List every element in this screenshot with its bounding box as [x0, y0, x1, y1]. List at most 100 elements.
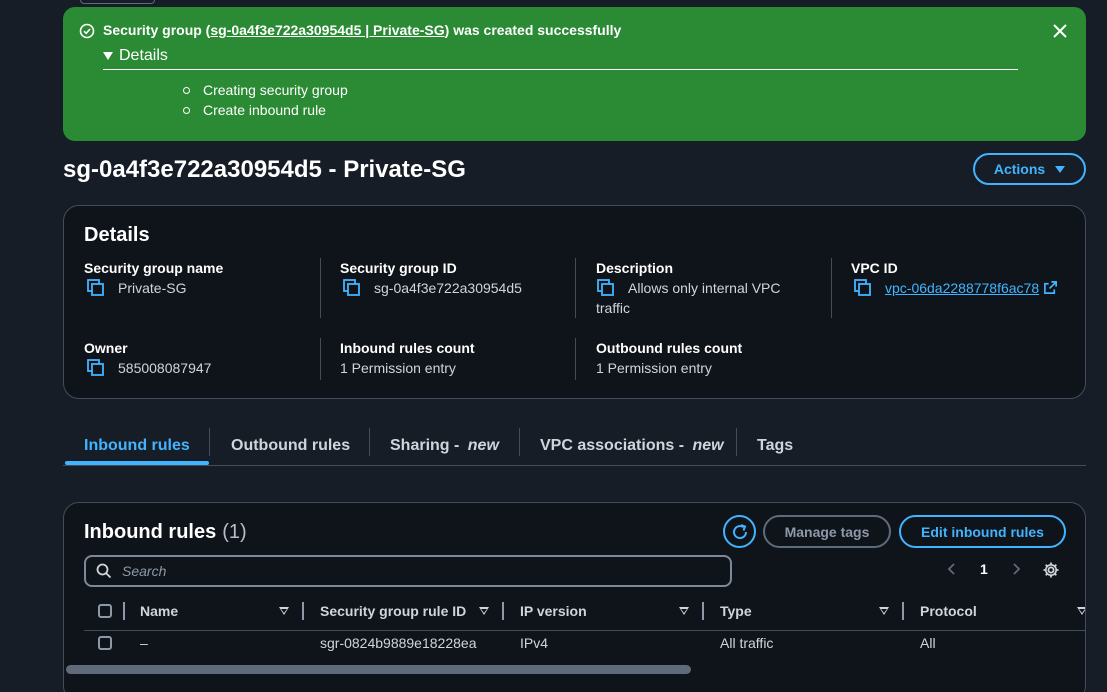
- vpc-id-field: VPC ID vpc-06da2288778f6ac78: [851, 258, 1087, 298]
- edit-inbound-rules-button[interactable]: Edit inbound rules: [899, 515, 1066, 548]
- column-resizer[interactable]: [902, 602, 904, 620]
- chevron-right-icon[interactable]: [1008, 561, 1024, 577]
- search-field[interactable]: [84, 555, 732, 587]
- sort-icon[interactable]: [879, 607, 889, 615]
- column-resizer[interactable]: [302, 602, 304, 620]
- copy-icon[interactable]: [853, 278, 875, 298]
- sort-icon[interactable]: [479, 607, 489, 615]
- copy-icon[interactable]: [86, 278, 108, 298]
- sort-icon[interactable]: [279, 607, 289, 615]
- pagination: 1: [944, 561, 1024, 577]
- cell-ip-version: IPv4: [520, 635, 549, 651]
- new-badge: new: [467, 437, 499, 454]
- caret-down-icon: [103, 52, 113, 60]
- actions-button[interactable]: Actions: [973, 153, 1086, 185]
- search-input[interactable]: [122, 563, 702, 579]
- step-text: Create inbound rule: [203, 102, 326, 118]
- external-link-icon[interactable]: [1043, 280, 1058, 295]
- column-header-rule-id[interactable]: Security group rule ID: [320, 599, 466, 623]
- actions-label: Actions: [993, 161, 1046, 177]
- rules-count: (1): [222, 521, 247, 543]
- table-header: Name Security group rule ID IP version T…: [84, 599, 1085, 623]
- refresh-icon: [732, 523, 747, 539]
- flash-details-toggle[interactable]: Details: [103, 47, 168, 65]
- tab-tags[interactable]: Tags: [757, 426, 793, 466]
- tab-vpc-associations[interactable]: VPC associations - new: [540, 426, 724, 466]
- divider: [736, 428, 737, 456]
- divider: [320, 258, 321, 318]
- column-header-name[interactable]: Name: [140, 599, 178, 623]
- close-icon[interactable]: [1050, 21, 1070, 41]
- divider: [209, 428, 210, 456]
- sort-icon[interactable]: [679, 607, 689, 615]
- sg-id-field: Security group ID sg-0a4f3e722a30954d5: [340, 258, 576, 298]
- owner-field: Owner 585008087947: [84, 338, 320, 378]
- flash-message-prefix: Security group (: [103, 22, 211, 38]
- field-label: Security group ID: [340, 260, 457, 276]
- field-label: VPC ID: [851, 260, 898, 276]
- column-header-ip-version[interactable]: IP version: [520, 599, 587, 623]
- copy-icon[interactable]: [86, 358, 108, 378]
- step-text: Creating security group: [203, 82, 348, 98]
- copy-icon[interactable]: [342, 278, 364, 298]
- bullet-icon: [183, 106, 190, 114]
- flash-message-suffix: ) was created successfully: [444, 22, 622, 38]
- column-resizer[interactable]: [123, 602, 125, 620]
- description-value: Allows only internal VPC traffic: [596, 280, 781, 316]
- inbound-rules-panel: Inbound rules (1) Manage tags Edit inboun…: [63, 502, 1086, 692]
- active-tab-indicator: [65, 461, 209, 465]
- caret-down-icon: [1055, 165, 1066, 173]
- divider: [369, 428, 370, 456]
- list-item: Create inbound rule: [183, 100, 348, 120]
- horizontal-scrollbar[interactable]: [66, 665, 691, 674]
- divider: [519, 428, 520, 456]
- manage-tags-button[interactable]: Manage tags: [763, 515, 891, 548]
- row-checkbox[interactable]: [98, 636, 112, 650]
- inbound-count-value: 1 Permission entry: [340, 360, 456, 376]
- field-label: Owner: [84, 340, 128, 356]
- cell-protocol: All: [920, 635, 936, 651]
- tab-inbound-rules[interactable]: Inbound rules: [84, 426, 190, 466]
- flash-details-label: Details: [119, 47, 168, 64]
- divider: [575, 258, 576, 318]
- field-label: Security group name: [84, 260, 224, 276]
- vpc-id-link[interactable]: vpc-06da2288778f6ac78: [885, 278, 1039, 298]
- owner-value: 585008087947: [118, 360, 212, 376]
- panel-title: Inbound rules: [84, 521, 217, 543]
- sort-icon[interactable]: [1077, 607, 1085, 615]
- tab-sharing[interactable]: Sharing - new: [390, 426, 499, 466]
- cell-type: All traffic: [720, 635, 774, 651]
- table-row[interactable]: – sgr-0824b9889e18228ea IPv4 All traffic…: [84, 630, 1085, 654]
- cell-name: –: [140, 635, 148, 651]
- bullet-icon: [183, 86, 190, 94]
- page-number[interactable]: 1: [980, 561, 988, 577]
- outbound-count-value: 1 Permission entry: [596, 360, 712, 376]
- sg-id-value: sg-0a4f3e722a30954d5: [374, 280, 522, 296]
- inbound-rules-heading: Inbound rules (1): [84, 521, 247, 544]
- tab-label: Inbound rules: [84, 437, 190, 454]
- chevron-left-icon[interactable]: [944, 561, 960, 577]
- page-title: sg-0a4f3e722a30954d5 - Private-SG: [63, 156, 466, 183]
- flash-steps-list: Creating security group Create inbound r…: [183, 80, 348, 120]
- tab-bar: Inbound rules Outbound rules Sharing - n…: [63, 426, 1086, 466]
- select-all-checkbox[interactable]: [98, 604, 112, 618]
- column-header-type[interactable]: Type: [720, 599, 752, 623]
- gear-icon[interactable]: [1042, 561, 1060, 579]
- tab-label: Tags: [757, 437, 794, 454]
- column-header-protocol[interactable]: Protocol: [920, 599, 977, 623]
- tab-outbound-rules[interactable]: Outbound rules: [231, 426, 350, 466]
- details-heading: Details: [84, 224, 150, 246]
- security-group-link[interactable]: sg-0a4f3e722a30954d5 | Private-SG: [210, 22, 444, 38]
- refresh-button[interactable]: [723, 515, 756, 548]
- check-circle-icon: [79, 23, 95, 39]
- column-resizer[interactable]: [502, 602, 504, 620]
- inbound-count-field: Inbound rules count 1 Permission entry: [340, 338, 576, 378]
- column-resizer[interactable]: [702, 602, 704, 620]
- tab-label: Outbound rules: [231, 437, 351, 454]
- field-label: Description: [596, 260, 674, 276]
- top-button-edge: [80, 0, 155, 4]
- tab-label: Sharing -: [390, 437, 464, 454]
- sg-name-field: Security group name Private-SG: [84, 258, 320, 298]
- search-icon: [96, 563, 112, 579]
- cell-rule-id: sgr-0824b9889e18228ea: [320, 635, 477, 651]
